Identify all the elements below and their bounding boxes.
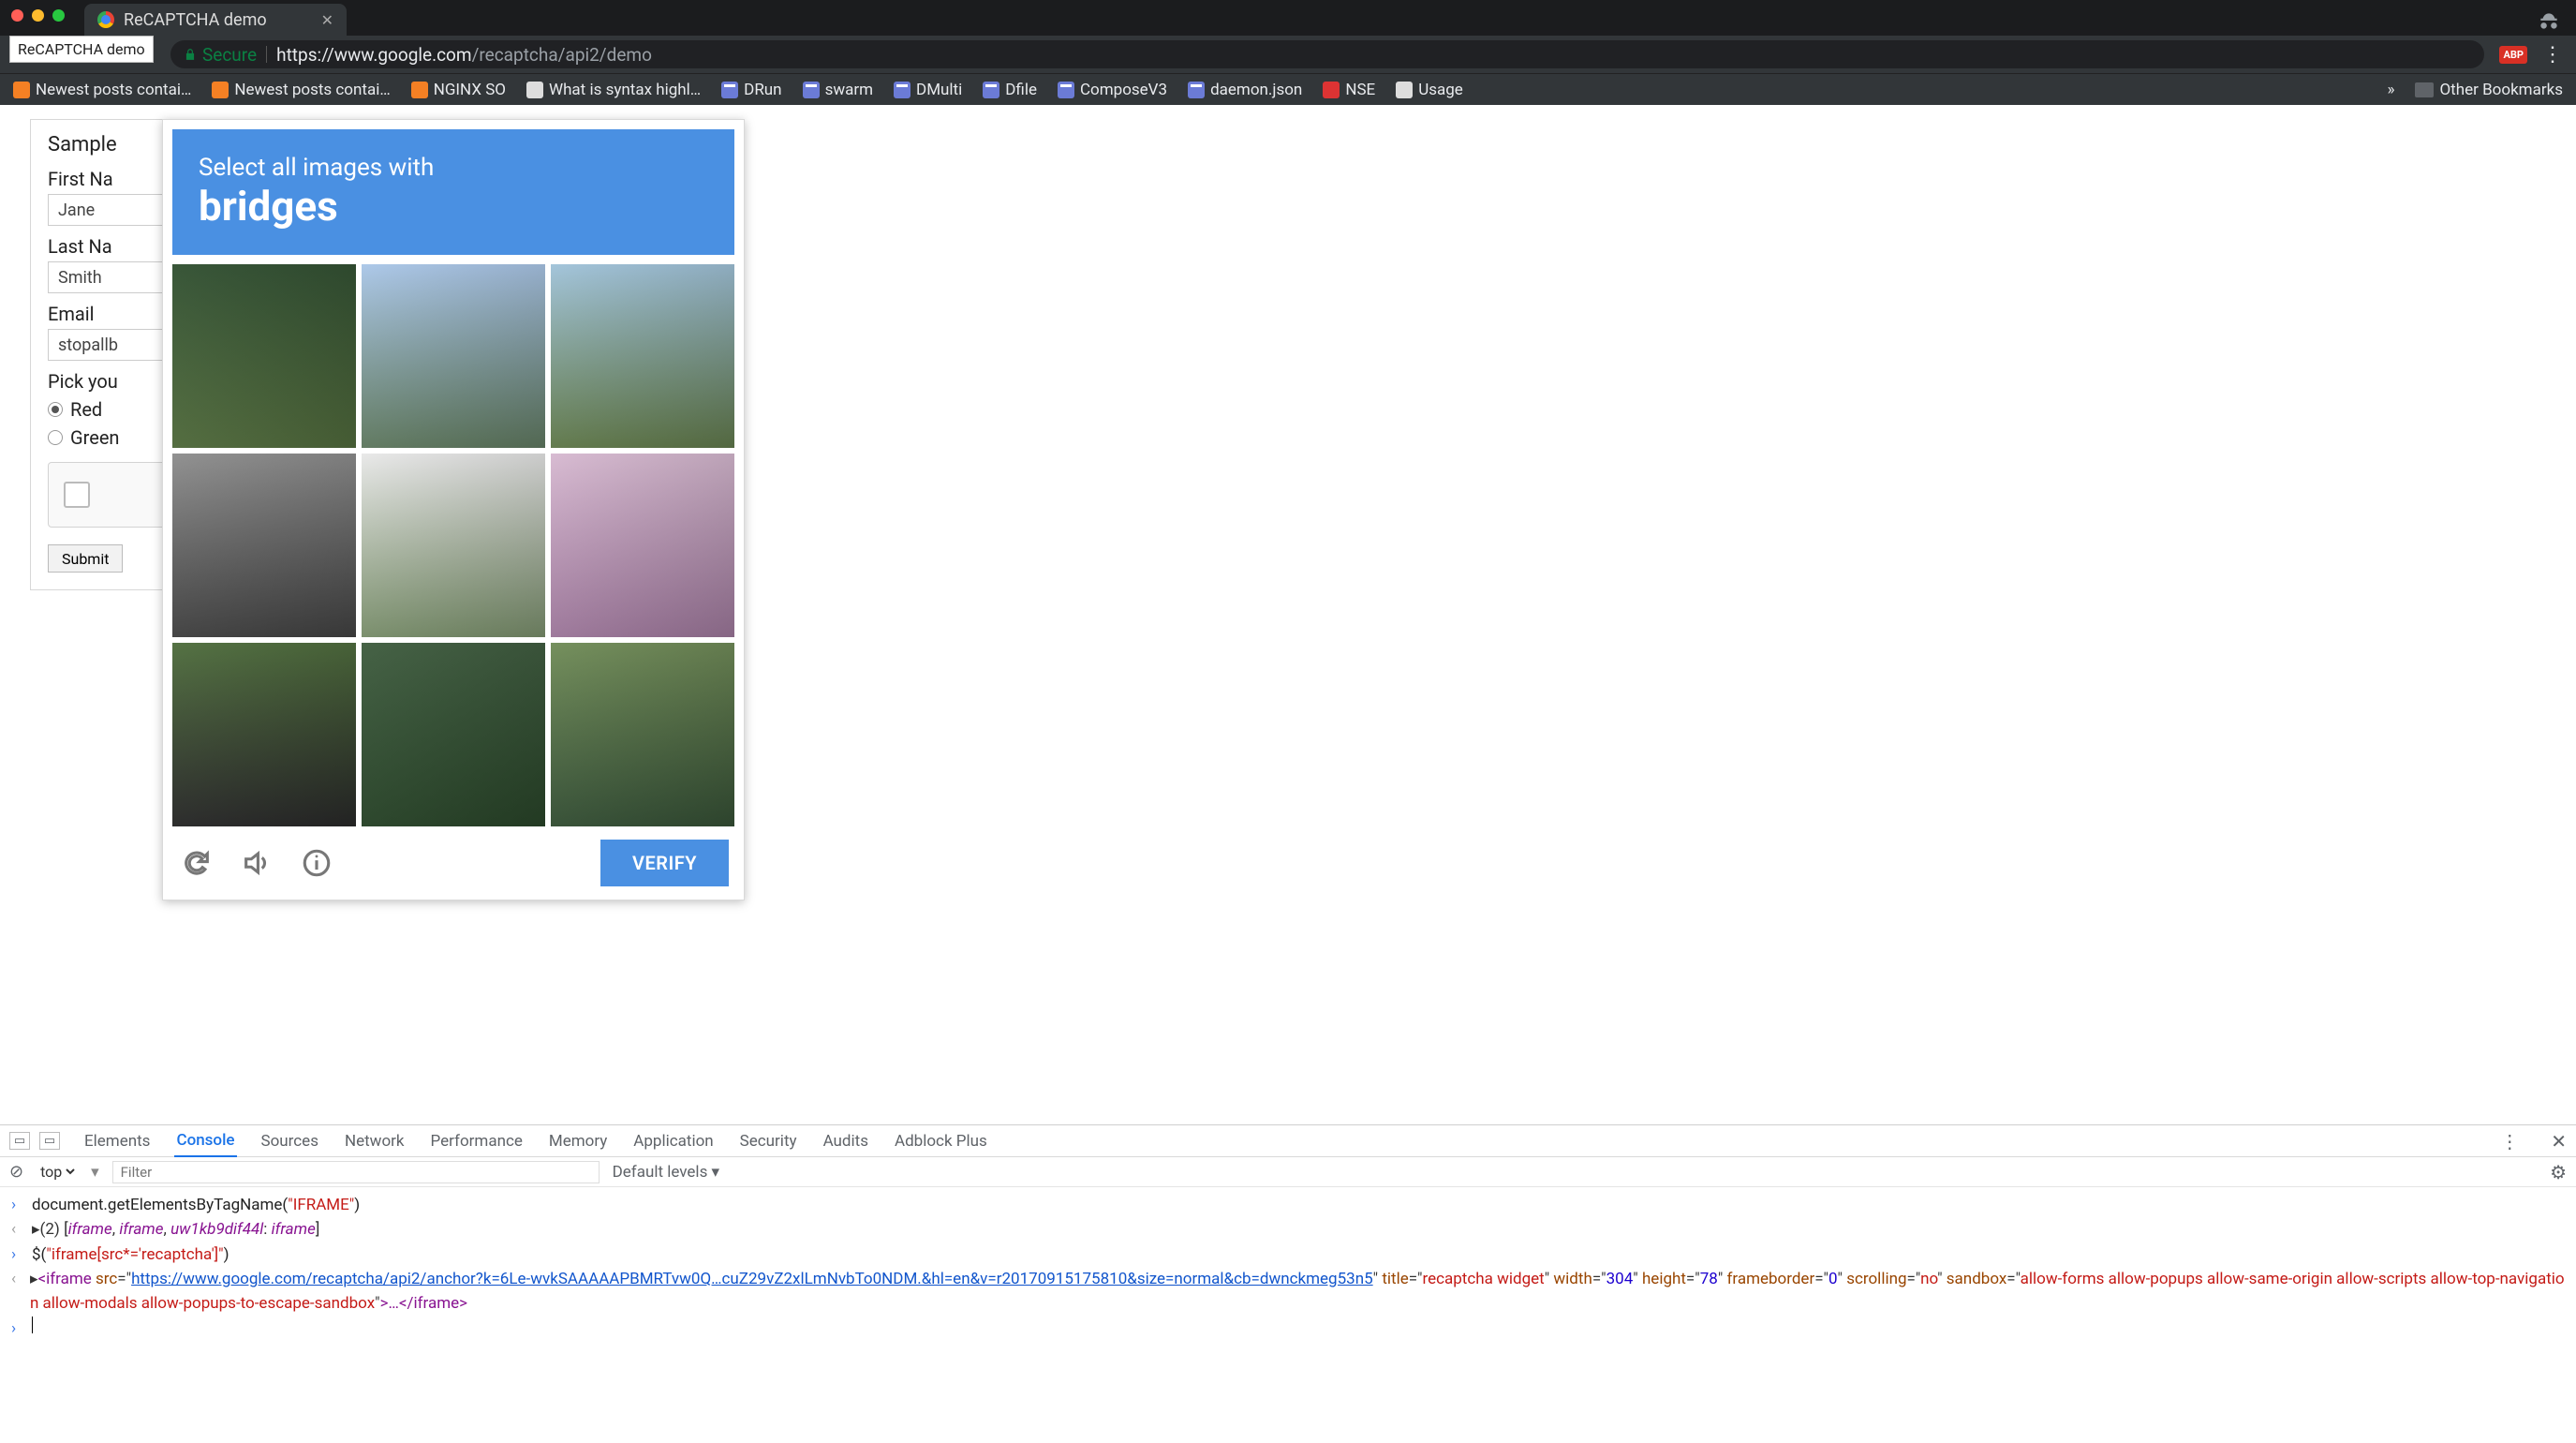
recaptcha-tile[interactable] xyxy=(172,264,356,448)
docker-icon xyxy=(721,82,738,98)
bookmark-item[interactable]: Usage xyxy=(1396,81,1463,99)
stackoverflow-icon xyxy=(411,82,428,98)
docker-icon xyxy=(983,82,999,98)
devtools-tab-security[interactable]: Security xyxy=(738,1126,799,1156)
close-window-icon[interactable] xyxy=(11,9,23,22)
devtools-tab-audits[interactable]: Audits xyxy=(822,1126,870,1156)
bookmarks-bar: Newest posts contai… Newest posts contai… xyxy=(0,73,2576,105)
recaptcha-tile[interactable] xyxy=(551,264,734,448)
recaptcha-audio-icon[interactable] xyxy=(238,844,275,882)
bookmark-item[interactable]: Dfile xyxy=(983,81,1037,99)
recaptcha-tile[interactable] xyxy=(362,454,545,637)
recaptcha-instruction: Select all images with xyxy=(199,154,708,182)
recaptcha-tile[interactable] xyxy=(362,264,545,448)
tab-tooltip: ReCAPTCHA demo xyxy=(9,36,154,63)
devtools-tabs: ▭▭ Elements Console Sources Network Perf… xyxy=(0,1125,2576,1157)
devtools-tab-adblock[interactable]: Adblock Plus xyxy=(893,1126,989,1156)
recaptcha-challenge: Select all images with bridges VERIF xyxy=(162,119,745,900)
docker-icon xyxy=(894,82,910,98)
nav-toolbar: ← → ⟳ ⌂ Secure https://www.google.com/re… xyxy=(0,36,2576,73)
console-output[interactable]: ›document.getElementsByTagName("IFRAME")… xyxy=(0,1187,2576,1443)
console-toolbar: ⊘ top ▾ Default levels ▾ ⚙ xyxy=(0,1157,2576,1187)
radio-icon[interactable] xyxy=(48,430,63,445)
tab-title: ReCAPTCHA demo xyxy=(124,10,267,30)
console-settings-icon[interactable]: ⚙ xyxy=(2550,1161,2567,1183)
other-bookmarks[interactable]: Other Bookmarks xyxy=(2415,81,2563,99)
devtools-tab-memory[interactable]: Memory xyxy=(547,1126,609,1156)
nse-icon xyxy=(1323,82,1340,98)
recaptcha-tile[interactable] xyxy=(362,643,545,826)
abp-extension-icon[interactable]: ABP xyxy=(2499,46,2527,64)
maximize-window-icon[interactable] xyxy=(52,9,65,22)
secure-label: Secure xyxy=(202,44,257,66)
recaptcha-tile[interactable] xyxy=(551,454,734,637)
window-controls[interactable] xyxy=(11,9,65,22)
recaptcha-info-icon[interactable] xyxy=(298,844,335,882)
page-content: Sample First Na Last Na Email Pick you R… xyxy=(0,105,2576,1136)
devtools-tab-network[interactable]: Network xyxy=(343,1126,407,1156)
secure-indicator[interactable]: Secure xyxy=(184,44,257,66)
devtools-tab-elements[interactable]: Elements xyxy=(82,1126,152,1156)
bookmark-item[interactable]: NGINX SO xyxy=(411,81,506,99)
bookmark-item[interactable]: ComposeV3 xyxy=(1058,81,1167,99)
clear-console-icon[interactable]: ⊘ xyxy=(9,1162,23,1182)
recaptcha-header: Select all images with bridges xyxy=(172,129,734,255)
stackoverflow-icon xyxy=(212,82,229,98)
folder-icon xyxy=(2415,82,2434,97)
submit-button[interactable]: Submit xyxy=(48,544,123,573)
recaptcha-tile[interactable] xyxy=(172,454,356,637)
divider xyxy=(266,46,267,63)
recaptcha-target: bridges xyxy=(199,182,708,231)
recaptcha-tile[interactable] xyxy=(172,643,356,826)
url-text: https://www.google.com/recaptcha/api2/de… xyxy=(276,44,652,66)
minimize-window-icon[interactable] xyxy=(32,9,44,22)
execution-context-select[interactable]: top xyxy=(37,1162,78,1182)
lock-icon xyxy=(184,48,197,61)
devtools-more-icon[interactable]: ⋮ xyxy=(2500,1130,2519,1153)
element-picker-icon[interactable]: ▭ xyxy=(9,1132,30,1150)
browser-chrome: ReCAPTCHA demo ✕ ReCAPTCHA demo ← → ⟳ ⌂ … xyxy=(0,0,2576,105)
devtools-tab-performance[interactable]: Performance xyxy=(429,1126,525,1156)
recaptcha-tile[interactable] xyxy=(551,643,734,826)
docker-icon xyxy=(803,82,820,98)
devtools-tab-console[interactable]: Console xyxy=(174,1125,236,1157)
bookmark-item[interactable]: swarm xyxy=(803,81,873,99)
bookmark-item[interactable]: DRun xyxy=(721,81,781,99)
log-levels-select[interactable]: Default levels ▾ xyxy=(613,1163,719,1182)
titlebar: ReCAPTCHA demo ✕ ReCAPTCHA demo xyxy=(0,0,2576,36)
incognito-icon xyxy=(2537,9,2561,39)
browser-menu-icon[interactable]: ⋮ xyxy=(2542,43,2563,67)
bookmark-item[interactable]: Newest posts contai… xyxy=(212,81,390,99)
console-cursor xyxy=(32,1317,33,1333)
address-bar[interactable]: Secure https://www.google.com/recaptcha/… xyxy=(170,40,2484,68)
devtools-tab-application[interactable]: Application xyxy=(631,1126,715,1156)
tab-close-icon[interactable]: ✕ xyxy=(321,11,333,29)
browser-tab[interactable]: ReCAPTCHA demo ✕ ReCAPTCHA demo xyxy=(84,4,347,36)
stackoverflow-icon xyxy=(13,82,30,98)
devtools-pickers[interactable]: ▭▭ xyxy=(9,1132,60,1150)
tab-favicon xyxy=(97,11,114,28)
bookmark-item[interactable]: NSE xyxy=(1323,81,1375,99)
docker-icon xyxy=(1058,82,1074,98)
devtools-close-icon[interactable]: ✕ xyxy=(2551,1130,2567,1153)
device-toggle-icon[interactable]: ▭ xyxy=(39,1132,60,1150)
console-filter-input[interactable] xyxy=(112,1161,600,1183)
bookmark-item[interactable]: Newest posts contai… xyxy=(13,81,191,99)
bookmark-item[interactable]: daemon.json xyxy=(1188,81,1302,99)
docker-icon xyxy=(1188,82,1205,98)
page-icon xyxy=(526,82,543,98)
bookmark-item[interactable]: DMulti xyxy=(894,81,962,99)
devtools-tab-sources[interactable]: Sources xyxy=(259,1126,320,1156)
recaptcha-image-grid xyxy=(172,264,734,826)
recaptcha-checkbox[interactable] xyxy=(64,482,90,508)
page-icon xyxy=(1396,82,1413,98)
bookmarks-overflow[interactable]: » xyxy=(2388,81,2395,99)
recaptcha-footer: VERIFY xyxy=(172,826,734,890)
recaptcha-reload-icon[interactable] xyxy=(178,844,215,882)
bookmark-item[interactable]: What is syntax highl… xyxy=(526,81,701,99)
recaptcha-verify-button[interactable]: VERIFY xyxy=(600,840,729,886)
radio-icon[interactable] xyxy=(48,402,63,417)
devtools-panel: ▭▭ Elements Console Sources Network Perf… xyxy=(0,1124,2576,1443)
